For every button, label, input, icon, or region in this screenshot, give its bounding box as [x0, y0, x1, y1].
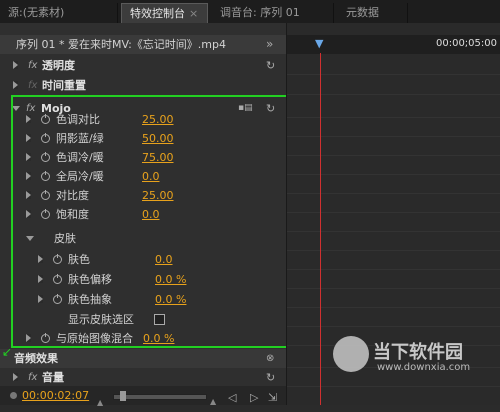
- collapse-section-icon[interactable]: ⊗: [266, 349, 274, 368]
- expand-icon[interactable]: [13, 81, 18, 89]
- effect-label: 音量: [42, 371, 64, 384]
- timeline-row: [287, 194, 500, 213]
- watermark-url: www.downxia.com: [377, 362, 471, 373]
- timeline-row: [287, 99, 500, 118]
- mojo-highlight-box: [11, 95, 288, 348]
- fx-icon[interactable]: fx: [28, 56, 37, 75]
- playhead-icon[interactable]: ▼: [315, 37, 323, 50]
- timeline-row: [287, 137, 500, 156]
- reset-icon[interactable]: ↻: [266, 56, 275, 75]
- watermark-logo-icon: [333, 336, 369, 372]
- fx-icon[interactable]: fx: [28, 368, 37, 387]
- tab-source[interactable]: 源:(无素材): [0, 3, 118, 23]
- timeline-row: [287, 308, 500, 327]
- highlight-arrow-icon: ↙: [2, 345, 13, 359]
- expand-icon[interactable]: [13, 61, 18, 69]
- timeline-row: [287, 251, 500, 270]
- timeline-row: [287, 56, 500, 75]
- clip-header: 序列 01 * 爱在来时MV:《忘记时间》.mp4 »: [0, 35, 286, 54]
- timeline-row: [287, 118, 500, 137]
- timeline-row: [287, 213, 500, 232]
- close-tab-icon[interactable]: ×: [189, 7, 198, 20]
- watermark-text: 当下软件园: [373, 342, 463, 363]
- expand-icon[interactable]: [13, 373, 18, 381]
- clip-title: 序列 01 * 爱在来时MV:《忘记时间》.mp4: [16, 38, 227, 51]
- effect-volume[interactable]: fx 音量 ↻: [0, 368, 286, 387]
- reset-icon[interactable]: ↻: [266, 368, 275, 387]
- panel-menu-icon[interactable]: »: [266, 35, 273, 54]
- effect-label: 时间重置: [42, 79, 86, 92]
- panel-tab-bar: 源:(无素材) 特效控制台 × 调音台: 序列 01 元数据: [0, 0, 500, 23]
- timeline-row: [287, 175, 500, 194]
- effect-label: 透明度: [42, 59, 75, 72]
- timeline-row: [287, 76, 500, 95]
- zoom-out-icon[interactable]: ▲: [97, 393, 103, 412]
- play-icon[interactable]: ▷: [250, 388, 258, 407]
- tab-audio-mixer[interactable]: 调音台: 序列 01: [212, 3, 334, 23]
- timecode-icon: [10, 392, 17, 399]
- tab-effect-controls[interactable]: 特效控制台 ×: [121, 3, 208, 23]
- effect-time-remap[interactable]: fx 时间重置: [0, 76, 286, 95]
- section-label: 音频效果: [14, 352, 58, 365]
- fx-icon: fx: [28, 80, 38, 91]
- timeline-row: [287, 156, 500, 175]
- playhead-line: [320, 53, 321, 405]
- current-timecode[interactable]: 00:00:02:07: [22, 386, 89, 405]
- timeline-row: [287, 289, 500, 308]
- step-back-icon[interactable]: ◁: [228, 388, 236, 407]
- zoom-slider-handle[interactable]: [120, 391, 126, 401]
- zoom-in-icon[interactable]: ▲: [210, 392, 216, 411]
- bottom-bar: 00:00:02:07 ▲ ▲ ◁ ▷ ⇲: [0, 386, 286, 407]
- timeline-row: [287, 270, 500, 289]
- time-ruler[interactable]: ▼ 00:00;05:00: [287, 35, 500, 54]
- audio-effects-header: 音频效果 ⊗: [0, 349, 286, 368]
- zoom-slider-track[interactable]: [113, 394, 207, 400]
- effect-opacity[interactable]: fx 透明度 ↻: [0, 56, 286, 75]
- tab-metadata[interactable]: 元数据: [338, 3, 408, 23]
- export-icon[interactable]: ⇲: [268, 388, 277, 407]
- timeline-row: [287, 232, 500, 251]
- end-timecode: 00:00;05:00: [435, 38, 497, 49]
- timeline-panel: ▼ 00:00;05:00 当下软件园 www.downxia.com: [286, 23, 500, 405]
